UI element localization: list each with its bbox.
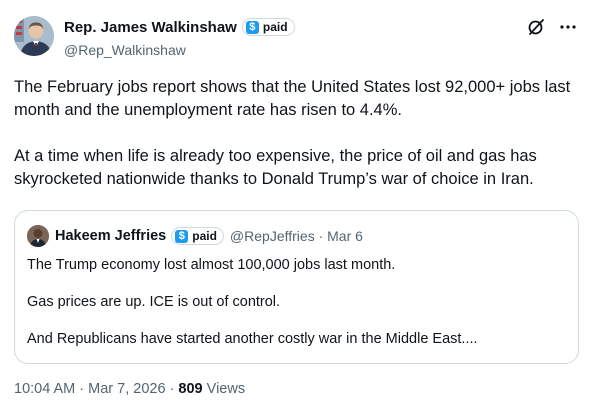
- author-handle[interactable]: @Rep_Walkinshaw: [64, 42, 186, 58]
- tweet-card: Rep. James Walkinshaw $ paid @Rep_Walkin…: [0, 0, 597, 414]
- grok-icon[interactable]: [527, 18, 545, 36]
- author-avatar[interactable]: [14, 16, 54, 56]
- tweet-paragraph: The February jobs report shows that the …: [14, 78, 571, 119]
- tweet-timestamp[interactable]: 10:04 AM · Mar 7, 2026 ·: [14, 381, 178, 397]
- quoted-author-name: Hakeem Jeffries: [55, 228, 167, 244]
- paid-badge-label: paid: [262, 20, 288, 34]
- quoted-paid-badge-label: paid: [192, 229, 217, 243]
- quoted-paid-badge: $ paid: [171, 227, 224, 245]
- dollar-icon: $: [175, 229, 189, 243]
- tweet-paragraph: At a time when life is already too expen…: [14, 147, 537, 188]
- views-label: Views: [202, 381, 246, 397]
- quoted-handle-date: @RepJeffries · Mar 6: [229, 228, 363, 244]
- more-dots-icon[interactable]: [559, 18, 577, 36]
- tweet-footer: 10:04 AM · Mar 7, 2026 · 809 Views: [14, 381, 245, 397]
- quoted-tweet-text: The Trump economy lost almost 100,000 jo…: [27, 256, 567, 349]
- tweet-text: The February jobs report shows that the …: [14, 76, 589, 191]
- paid-badge[interactable]: $ paid: [241, 18, 295, 36]
- top-actions: [527, 18, 577, 36]
- author-display-name[interactable]: Rep. James Walkinshaw: [64, 19, 237, 36]
- quoted-tweet[interactable]: Hakeem Jeffries $ paid @RepJeffries · Ma…: [14, 210, 579, 364]
- quoted-tweet-header: Hakeem Jeffries $ paid @RepJeffries · Ma…: [27, 225, 363, 247]
- tweet-header: Rep. James Walkinshaw $ paid @Rep_Walkin…: [14, 14, 583, 62]
- quoted-author-avatar: [27, 225, 49, 247]
- quoted-paragraph: Gas prices are up. ICE is out of control…: [27, 294, 281, 310]
- author-name-row: Rep. James Walkinshaw $ paid: [64, 18, 295, 36]
- views-count: 809: [178, 381, 203, 397]
- quoted-paragraph: And Republicans have started another cos…: [27, 331, 478, 347]
- quoted-paragraph: The Trump economy lost almost 100,000 jo…: [27, 257, 396, 273]
- dollar-icon: $: [245, 20, 259, 34]
